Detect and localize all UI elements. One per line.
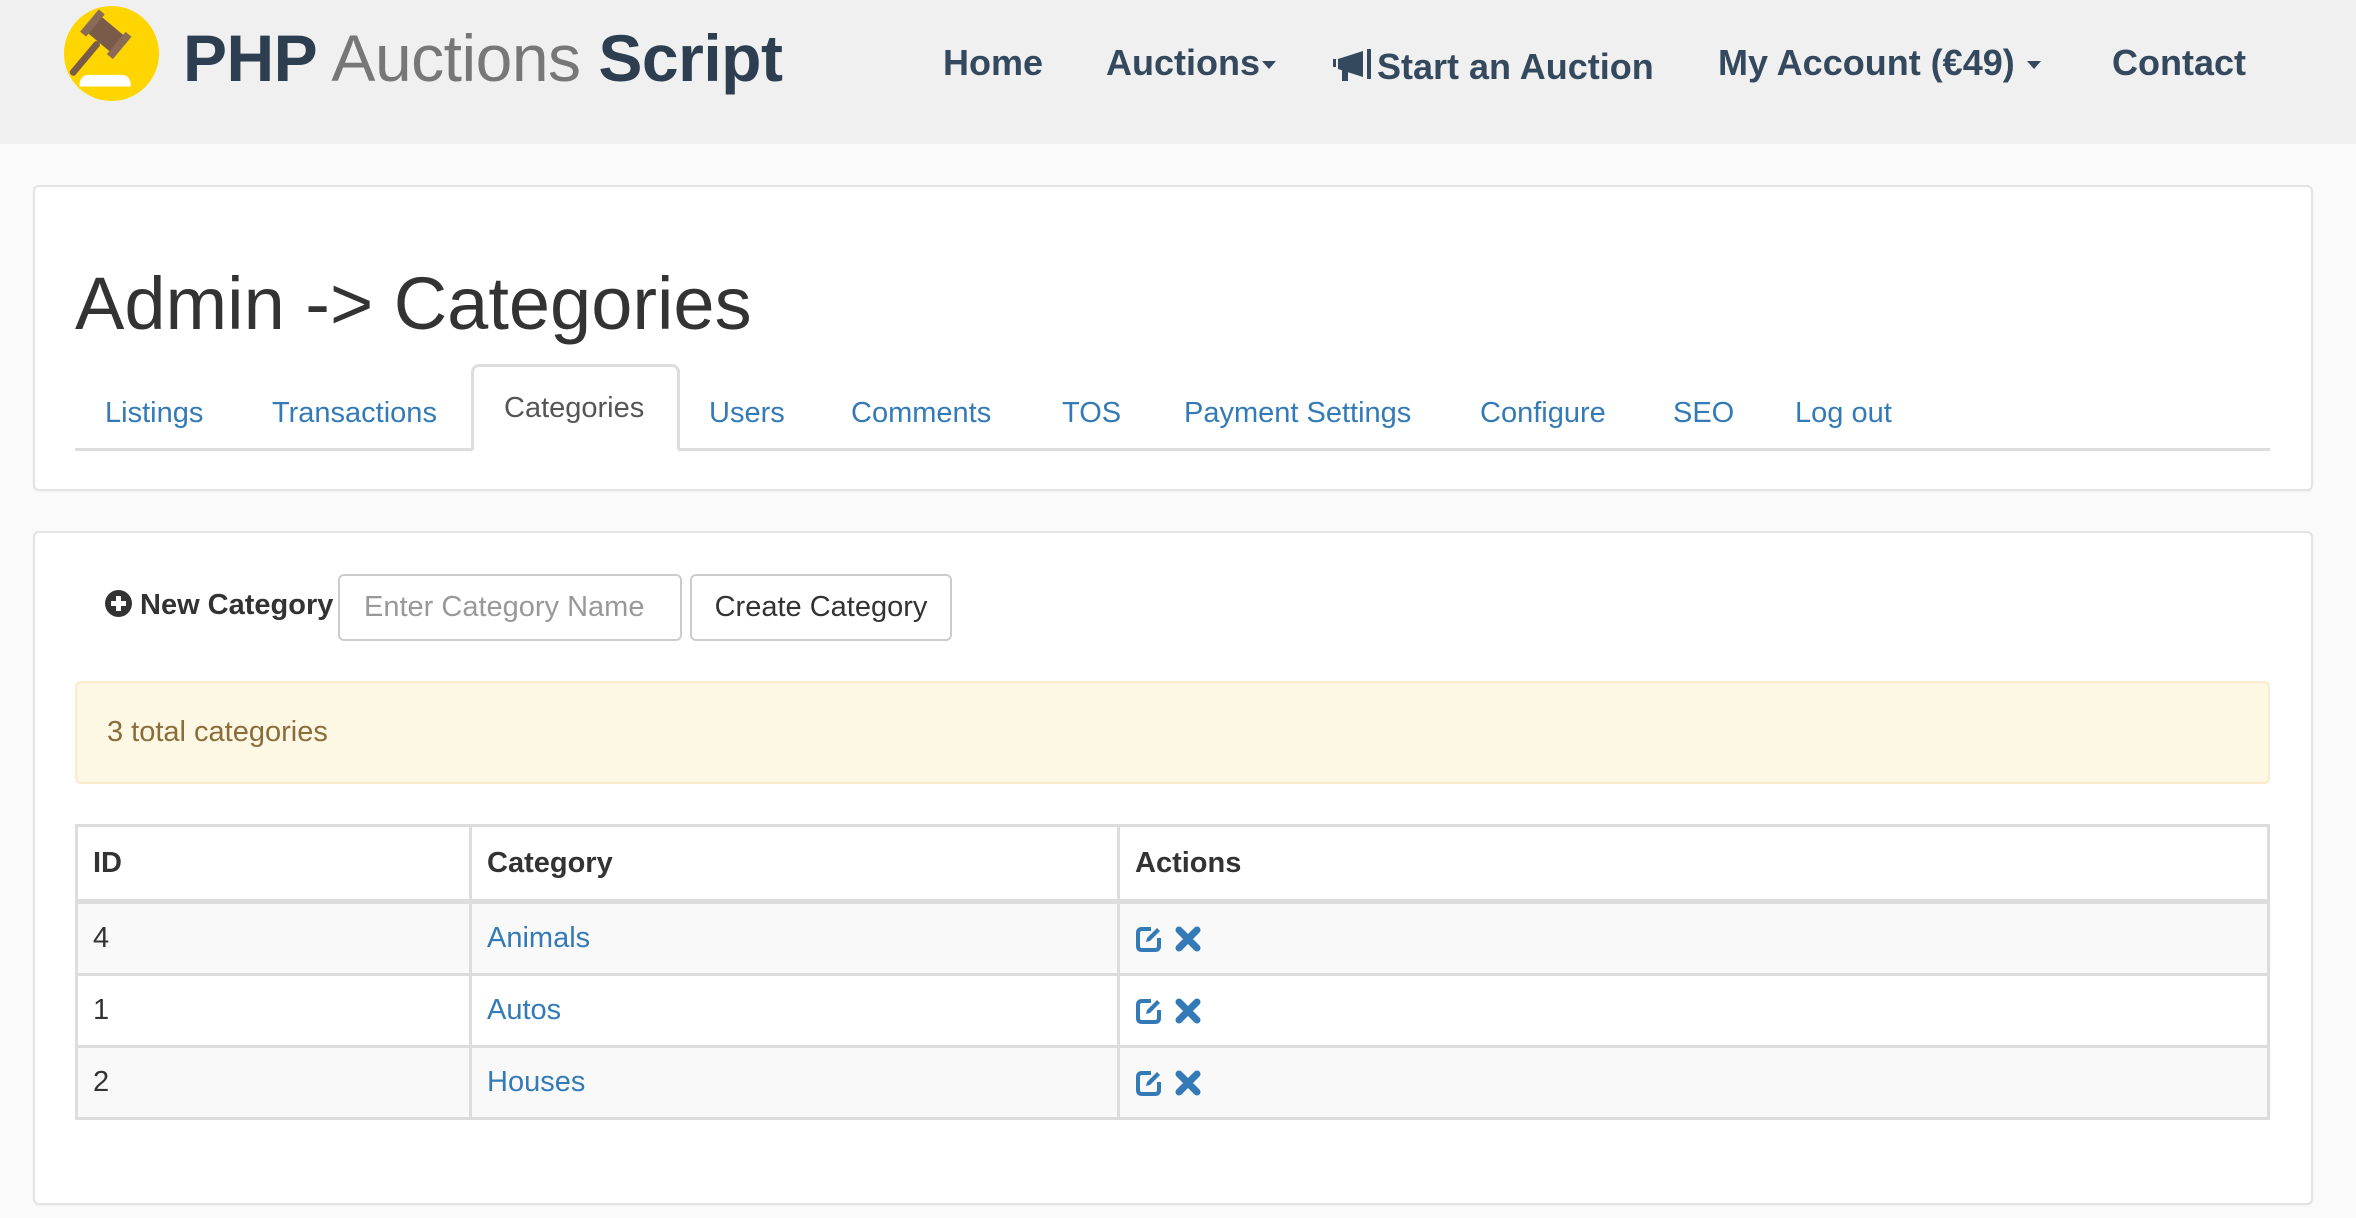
tab-configure[interactable]: Configure: [1450, 377, 1636, 450]
brand-part-php: PHP: [183, 21, 318, 95]
brand-part-auctions: Auctions: [331, 21, 581, 95]
bullhorn-icon: [1333, 49, 1371, 81]
brand-part-script: Script: [598, 21, 783, 95]
edit-icon[interactable]: [1135, 997, 1163, 1025]
gavel-icon[interactable]: [63, 5, 160, 102]
cell-id: 2: [75, 1045, 472, 1120]
total-categories-alert: 3 total categories: [75, 681, 2270, 784]
caret-down-icon: [1262, 61, 1277, 70]
category-link[interactable]: Houses: [487, 1066, 585, 1098]
nav-my-account-label: My Account (€49): [1718, 42, 2015, 83]
tab-users[interactable]: Users: [679, 377, 815, 450]
tab-tos[interactable]: TOS: [1032, 377, 1151, 450]
cell-actions: [1117, 973, 2270, 1048]
cell-category: Houses: [469, 1045, 1120, 1120]
cell-actions: [1117, 1045, 2270, 1120]
nav-contact[interactable]: Contact: [2112, 38, 2246, 88]
tab-comments[interactable]: Comments: [821, 377, 1021, 450]
cell-id: 4: [75, 900, 472, 976]
tab-seo[interactable]: SEO: [1643, 377, 1764, 450]
nav-start-auction-label: Start an Auction: [1377, 46, 1654, 87]
cell-actions: [1117, 900, 2270, 976]
tab-transactions[interactable]: Transactions: [242, 377, 467, 450]
delete-icon[interactable]: [1175, 926, 1201, 952]
tab-log-out[interactable]: Log out: [1765, 377, 1922, 450]
delete-icon[interactable]: [1175, 1070, 1201, 1096]
table-row: 4 Animals: [75, 900, 2270, 976]
edit-icon[interactable]: [1135, 925, 1163, 953]
categories-table: ID Category Actions 4 Animals 1 Autos 2 …: [75, 824, 2270, 1120]
tab-payment-settings[interactable]: Payment Settings: [1154, 377, 1441, 450]
site-header: PHP Auctions Script Home Auctions Start …: [0, 0, 2356, 144]
delete-icon[interactable]: [1175, 998, 1201, 1024]
nav-auctions-dropdown[interactable]: Auctions: [1106, 38, 1277, 88]
nav-start-auction[interactable]: Start an Auction: [1333, 42, 1654, 92]
cell-id: 1: [75, 973, 472, 1048]
column-header-actions: Actions: [1117, 824, 2270, 904]
categories-panel: New Category Create Category 3 total cat…: [33, 531, 2313, 1205]
category-name-input[interactable]: [338, 574, 682, 641]
nav-home[interactable]: Home: [943, 38, 1043, 88]
tab-listings[interactable]: Listings: [75, 377, 233, 450]
category-link[interactable]: Autos: [487, 994, 561, 1026]
tab-categories[interactable]: Categories: [471, 364, 680, 452]
table-row: 1 Autos: [75, 973, 2270, 1048]
brand-title[interactable]: PHP Auctions Script: [183, 16, 783, 100]
admin-header-panel: Admin -> Categories Listings Transaction…: [33, 185, 2313, 491]
table-header-row: ID Category Actions: [75, 824, 2270, 904]
new-category-label: New Category: [105, 585, 333, 625]
page-title: Admin -> Categories: [75, 262, 752, 345]
create-category-button[interactable]: Create Category: [690, 574, 952, 641]
new-category-text: New Category: [140, 589, 334, 621]
nav-auctions-label: Auctions: [1106, 42, 1261, 83]
edit-icon[interactable]: [1135, 1069, 1163, 1097]
plus-circle-icon: [105, 590, 132, 617]
cell-category: Autos: [469, 973, 1120, 1048]
cell-category: Animals: [469, 900, 1120, 976]
nav-my-account-dropdown[interactable]: My Account (€49): [1718, 38, 2041, 88]
table-row: 2 Houses: [75, 1045, 2270, 1120]
column-header-category[interactable]: Category: [469, 824, 1120, 904]
caret-down-icon: [2026, 61, 2041, 70]
column-header-id[interactable]: ID: [75, 824, 472, 904]
category-link[interactable]: Animals: [487, 922, 590, 954]
